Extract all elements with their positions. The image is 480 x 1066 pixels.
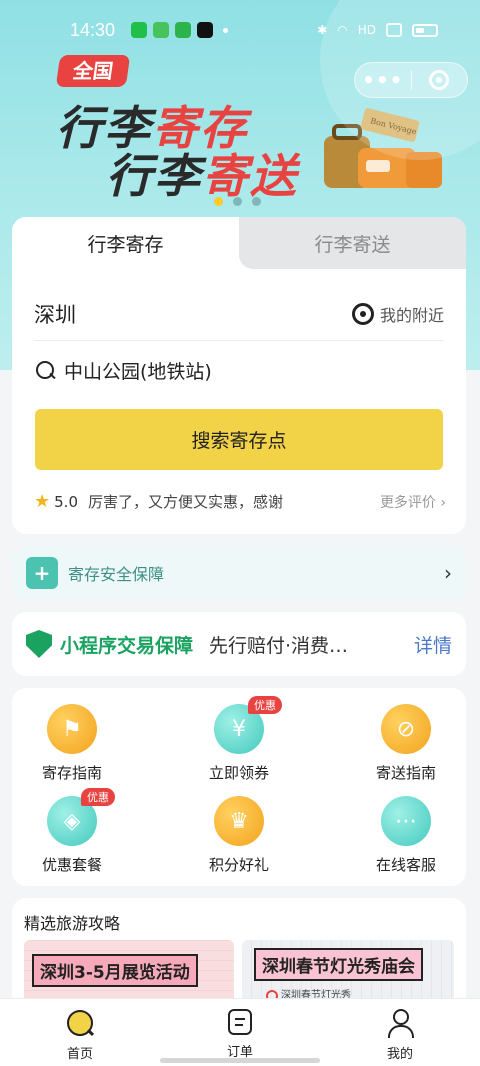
service-points-rewards[interactable]: ♛ 积分好礼: [179, 796, 299, 875]
service-tabs: 行李寄存 行李寄送: [12, 217, 466, 269]
carousel-indicators: [214, 197, 261, 206]
transaction-guarantee-bar: 小程序交易保障 先行赔付·消费… 详情: [12, 612, 466, 676]
search-card: 行李寄存 行李寄送 深圳 我的附近 中山公园(地铁站) 搜索寄存点 ★ 5.0 …: [12, 217, 466, 534]
carousel-dot[interactable]: [252, 197, 261, 206]
safety-label: 寄存安全保障: [68, 565, 165, 584]
service-get-coupon[interactable]: ¥ 优惠 立即领券: [179, 696, 299, 783]
app-notification-icon: [175, 22, 192, 38]
system-status: ✱ ◠ HD: [317, 23, 438, 37]
wechat-icon: [131, 22, 148, 38]
service-label: 寄存指南: [41, 764, 102, 782]
nav-orders[interactable]: 订单: [160, 999, 320, 1066]
location-target-icon: [351, 302, 374, 325]
bluetooth-icon: ✱: [317, 23, 328, 37]
tag-icon: ◈ 优惠: [47, 788, 115, 846]
service-label: 积分好礼: [208, 856, 269, 874]
promo-badge: 优惠: [81, 788, 115, 806]
status-time: 14:30: [70, 19, 116, 40]
miniprogram-capsule: •••: [354, 62, 468, 98]
chevron-right-icon: ›: [440, 494, 446, 511]
close-miniprogram-button[interactable]: [412, 70, 468, 90]
more-reviews-label: 更多评价: [379, 494, 436, 511]
profile-icon: [386, 1009, 414, 1038]
star-icon: ★: [34, 491, 51, 512]
notification-icons: [131, 22, 229, 38]
service-label: 寄送指南: [375, 764, 436, 782]
nav-home[interactable]: 首页: [0, 999, 160, 1066]
chat-icon: ⋯: [381, 796, 431, 846]
tab-storage[interactable]: 行李寄存: [12, 217, 239, 269]
service-storage-guide[interactable]: ⚑ 寄存指南: [12, 704, 132, 783]
tab-delivery[interactable]: 行李寄送: [239, 217, 466, 269]
tiktok-icon: [197, 22, 214, 38]
more-menu-button[interactable]: •••: [355, 62, 411, 98]
battery-icon: [412, 23, 438, 37]
rating-score: 5.0: [54, 492, 78, 511]
banner-headline-delivery: 行李寄送: [106, 140, 298, 206]
nearby-label: 我的附近: [379, 305, 444, 325]
nav-label: 我的: [386, 1047, 413, 1062]
target-icon: [429, 70, 450, 90]
carousel-dot[interactable]: [233, 197, 242, 206]
nearby-button[interactable]: 我的附近: [351, 302, 444, 326]
wifi-icon: ◠: [337, 23, 348, 37]
signpost-icon: ⚑: [47, 704, 97, 754]
service-delivery-guide[interactable]: ⊘ 寄送指南: [346, 704, 466, 783]
carousel-dot[interactable]: [214, 197, 223, 206]
review-row: ★ 5.0 厉害了，又方便又实惠，感谢 更多评价 ›: [34, 491, 446, 512]
search-storage-button[interactable]: 搜索寄存点: [35, 409, 443, 470]
station-search-field[interactable]: 中山公园(地铁站): [36, 357, 212, 384]
chevron-right-icon: ›: [444, 561, 452, 585]
guide-card-title: 深圳3-5月展览活动: [32, 954, 198, 987]
service-grid: ⚑ 寄存指南 ¥ 优惠 立即领券 ⊘ 寄送指南 ◈ 优惠 优惠套餐 ♛ 积分好礼…: [12, 688, 466, 886]
service-discount-package[interactable]: ◈ 优惠 优惠套餐: [12, 788, 132, 875]
guarantee-description: 先行赔付·消费…: [209, 634, 349, 657]
service-label: 立即领券: [208, 764, 269, 782]
service-label: 优惠套餐: [41, 856, 102, 874]
more-reviews-link[interactable]: 更多评价 ›: [380, 492, 446, 512]
nav-label: 首页: [66, 1047, 93, 1062]
home-indicator[interactable]: [160, 1058, 320, 1063]
service-online-support[interactable]: ⋯ 在线客服: [346, 796, 466, 875]
city-selector[interactable]: 深圳: [34, 299, 76, 329]
national-badge: 全国: [55, 55, 131, 87]
app-notification-icon: [153, 22, 170, 38]
search-icon: [36, 360, 56, 381]
compass-icon: ⊘: [381, 704, 431, 754]
coupon-icon: ¥ 优惠: [214, 696, 282, 754]
order-icon: [228, 1009, 252, 1035]
home-search-icon: [66, 1009, 94, 1037]
green-shield-icon: [26, 630, 52, 658]
more-notifications-icon: [223, 27, 229, 33]
station-value: 中山公园(地铁站): [64, 361, 212, 383]
status-bar: 14:30 ✱ ◠ HD: [0, 0, 480, 60]
signal-icon: [386, 23, 402, 37]
nav-profile[interactable]: 我的: [320, 999, 480, 1066]
guide-card-title: 深圳春节灯光秀庙会: [254, 948, 423, 981]
luggage-tag-text: Bon Voyage: [369, 116, 417, 136]
guarantee-title: 小程序交易保障: [60, 634, 194, 657]
section-title: 精选旅游攻略: [24, 914, 121, 933]
guarantee-details-link[interactable]: 详情: [414, 631, 452, 658]
headline-text: 行李: [106, 149, 202, 203]
city-row: 深圳 我的附近: [34, 287, 444, 341]
travel-guides-section: 精选旅游攻略 深圳3-5月展览活动 深圳春节灯光秀庙会 深圳春节灯光秀: [12, 898, 466, 1008]
storage-safety-bar[interactable]: + 寄存安全保障 ›: [12, 546, 466, 600]
crown-icon: ♛: [214, 796, 264, 846]
promo-badge: 优惠: [248, 696, 282, 714]
review-text: 厉害了，又方便又实惠，感谢: [88, 493, 284, 511]
service-label: 在线客服: [375, 856, 436, 874]
bottom-navigation: 首页 订单 我的: [0, 998, 480, 1066]
luggage-illustration: Bon Voyage: [324, 108, 442, 188]
headline-highlight: 寄送: [202, 149, 298, 203]
network-label: HD: [357, 23, 376, 37]
capsule-divider: [410, 70, 412, 90]
shield-plus-icon: +: [26, 557, 58, 589]
